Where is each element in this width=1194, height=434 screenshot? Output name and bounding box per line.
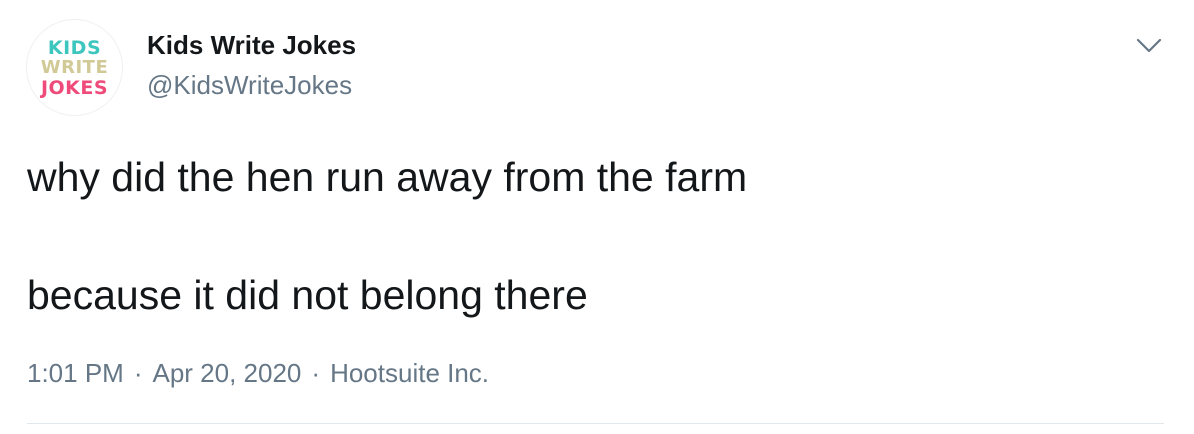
meta-separator: · (311, 358, 321, 388)
tweet-body: why did the hen run away from the farm b… (27, 150, 1147, 322)
tweet-text-line-1: why did the hen run away from the farm (27, 154, 748, 200)
avatar-logo-kids: KIDS (47, 36, 102, 59)
meta-separator: · (133, 358, 143, 388)
avatar-logo-write: WRITE (40, 56, 109, 78)
author-display-name[interactable]: Kids Write Jokes (147, 30, 356, 61)
tweet-source-link[interactable]: Hootsuite Inc. (330, 358, 489, 388)
avatar[interactable]: KIDS WRITE JOKES (27, 20, 122, 115)
divider (27, 423, 1164, 424)
tweet-meta: 1:01 PM · Apr 20, 2020 · Hootsuite Inc. (27, 358, 489, 389)
tweet-menu-button[interactable] (1132, 30, 1166, 60)
tweet-card: KIDS WRITE JOKES Kids Write Jokes @KidsW… (0, 0, 1194, 434)
tweet-text-line-2: because it did not belong there (27, 272, 588, 318)
author-handle[interactable]: @KidsWriteJokes (147, 70, 352, 101)
tweet-time[interactable]: 1:01 PM (27, 358, 124, 388)
tweet-text-spacer (27, 204, 1147, 268)
avatar-logo-jokes: JOKES (40, 76, 109, 99)
tweet-date[interactable]: Apr 20, 2020 (153, 358, 302, 388)
chevron-down-icon (1136, 38, 1162, 53)
